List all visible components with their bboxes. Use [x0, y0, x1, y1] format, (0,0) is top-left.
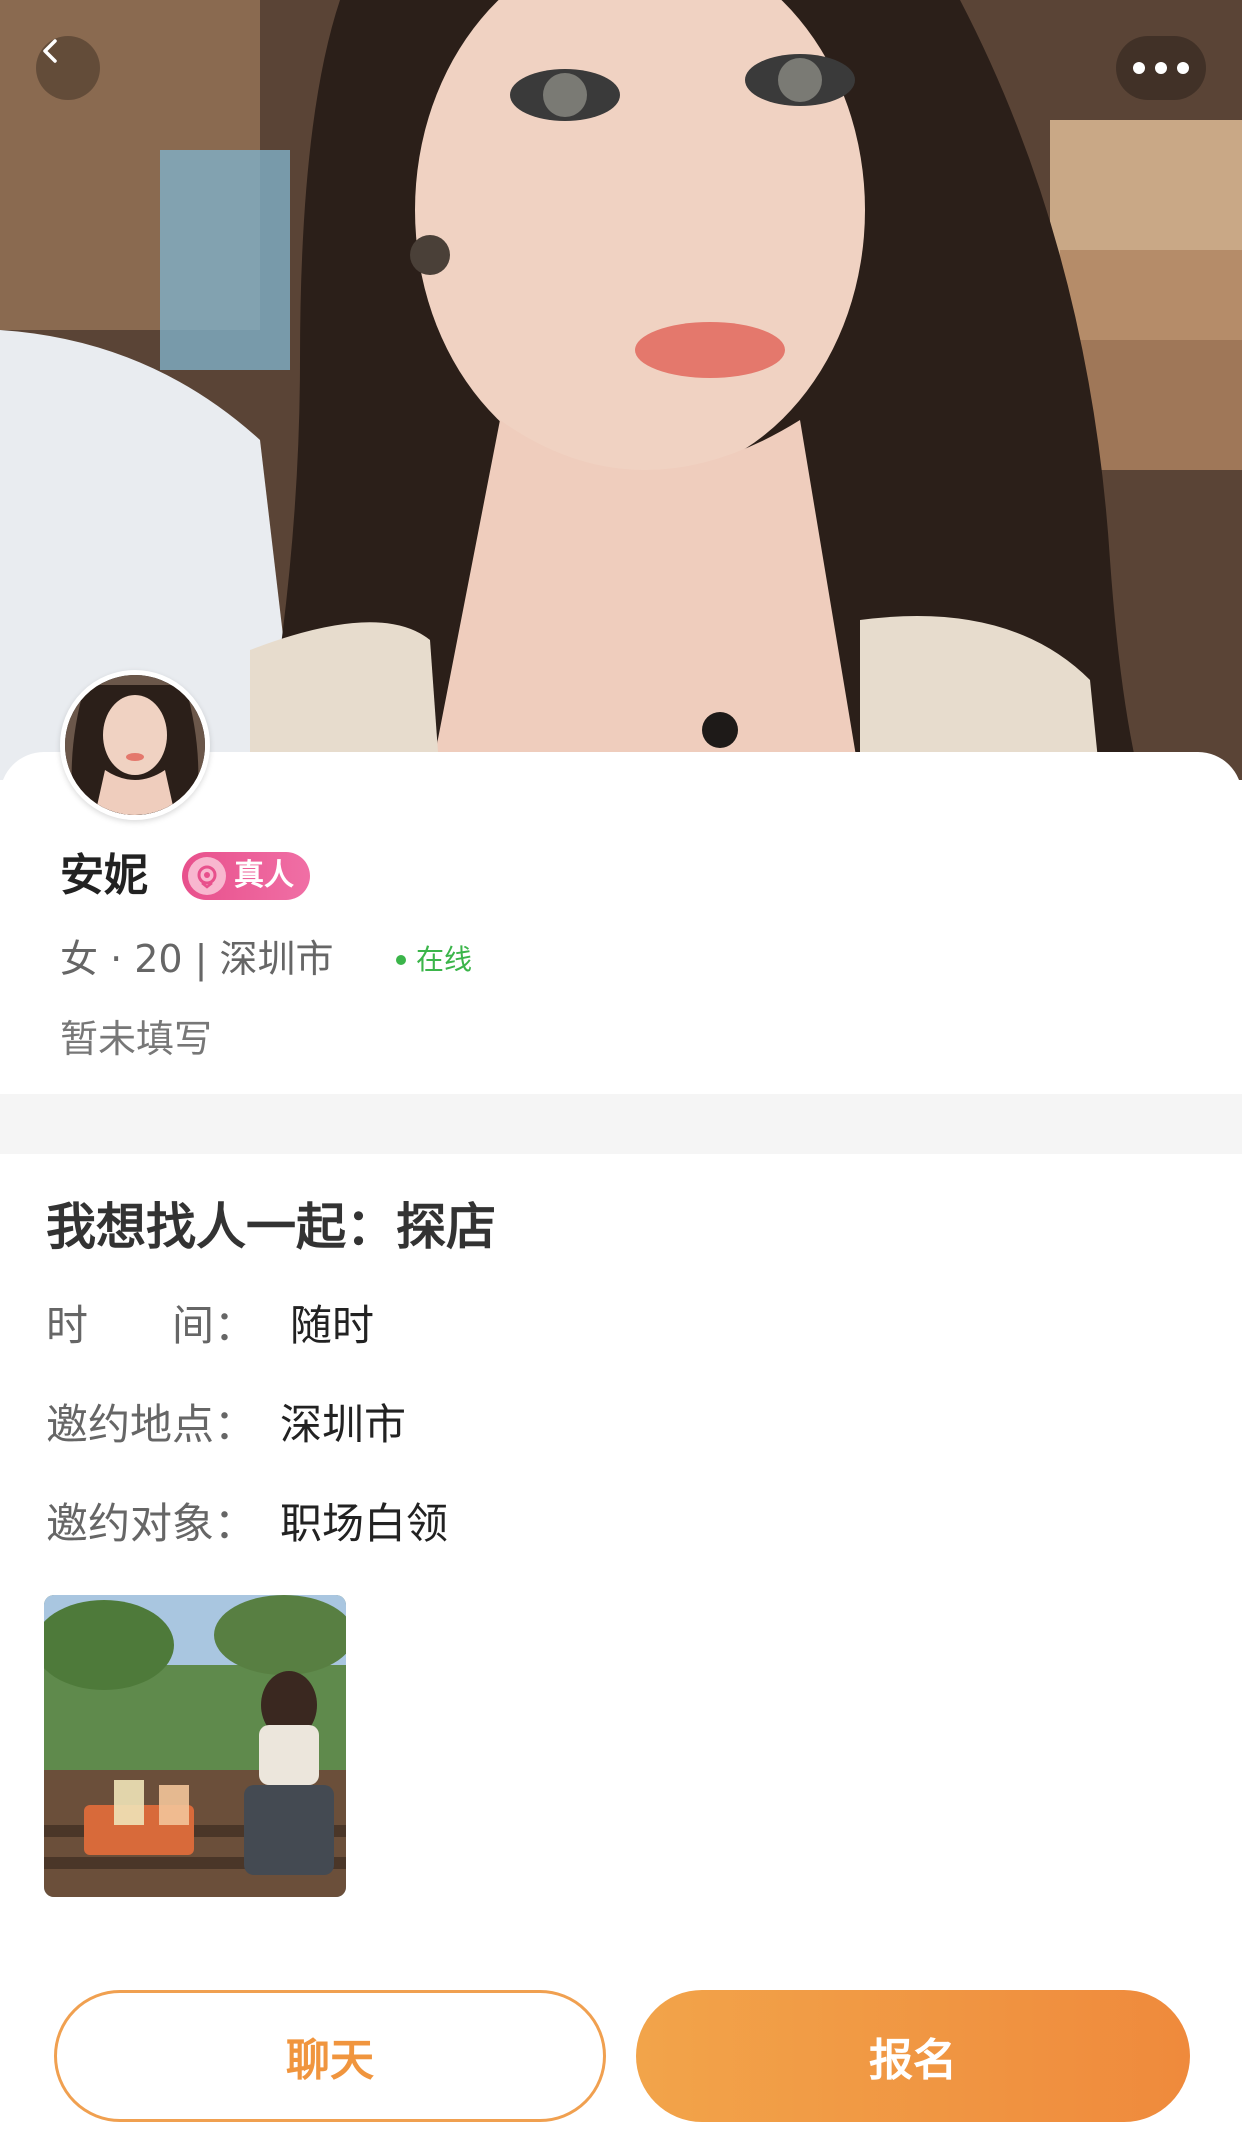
user-bio: 暂未填写	[60, 1017, 213, 1061]
activity-title: 我想找人一起：探店	[46, 1198, 496, 1256]
online-dot-icon	[396, 955, 406, 965]
user-meta: 女 · 20 | 深圳市	[60, 937, 334, 981]
rose-badge-icon	[188, 857, 226, 895]
section-divider	[0, 1094, 1242, 1154]
activity-time-row: 时 间： 随时	[46, 1298, 374, 1354]
chat-button[interactable]: 聊天	[54, 1990, 606, 2122]
cover-photo-image	[0, 0, 1242, 780]
activity-place-label: 邀约地点：	[46, 1400, 257, 1449]
activity-target-row: 邀约对象： 职场白领	[46, 1496, 448, 1552]
online-status: 在线	[396, 940, 472, 980]
user-name: 安妮	[60, 850, 148, 901]
verified-badge: 真人	[182, 852, 310, 900]
verified-badge-label: 真人	[234, 858, 294, 893]
activity-time-label: 时 间：	[46, 1301, 257, 1350]
more-dots-icon	[1133, 62, 1145, 74]
activity-photo[interactable]	[44, 1595, 346, 1897]
activity-photo-image	[44, 1595, 346, 1897]
activity-place-row: 邀约地点： 深圳市	[46, 1397, 406, 1453]
more-dots-icon	[1155, 62, 1167, 74]
online-status-label: 在线	[416, 943, 473, 976]
more-dots-icon	[1177, 62, 1189, 74]
activity-detail-screen: 安妮 真人 女 · 20 | 深圳市 在线 暂未填写 我想找人一起：探店 时 间…	[0, 0, 1242, 2136]
more-options-button[interactable]	[1116, 36, 1206, 100]
cover-photo	[0, 0, 1242, 780]
signup-button[interactable]: 报名	[636, 1990, 1190, 2122]
activity-time-value: 随时	[290, 1301, 375, 1350]
back-button[interactable]	[36, 36, 100, 100]
avatar[interactable]	[60, 670, 210, 820]
avatar-image	[65, 675, 205, 815]
activity-target-label: 邀约对象：	[46, 1499, 257, 1548]
activity-target-value: 职场白领	[280, 1499, 449, 1548]
activity-place-value: 深圳市	[280, 1400, 407, 1449]
chevron-left-icon	[43, 39, 57, 63]
